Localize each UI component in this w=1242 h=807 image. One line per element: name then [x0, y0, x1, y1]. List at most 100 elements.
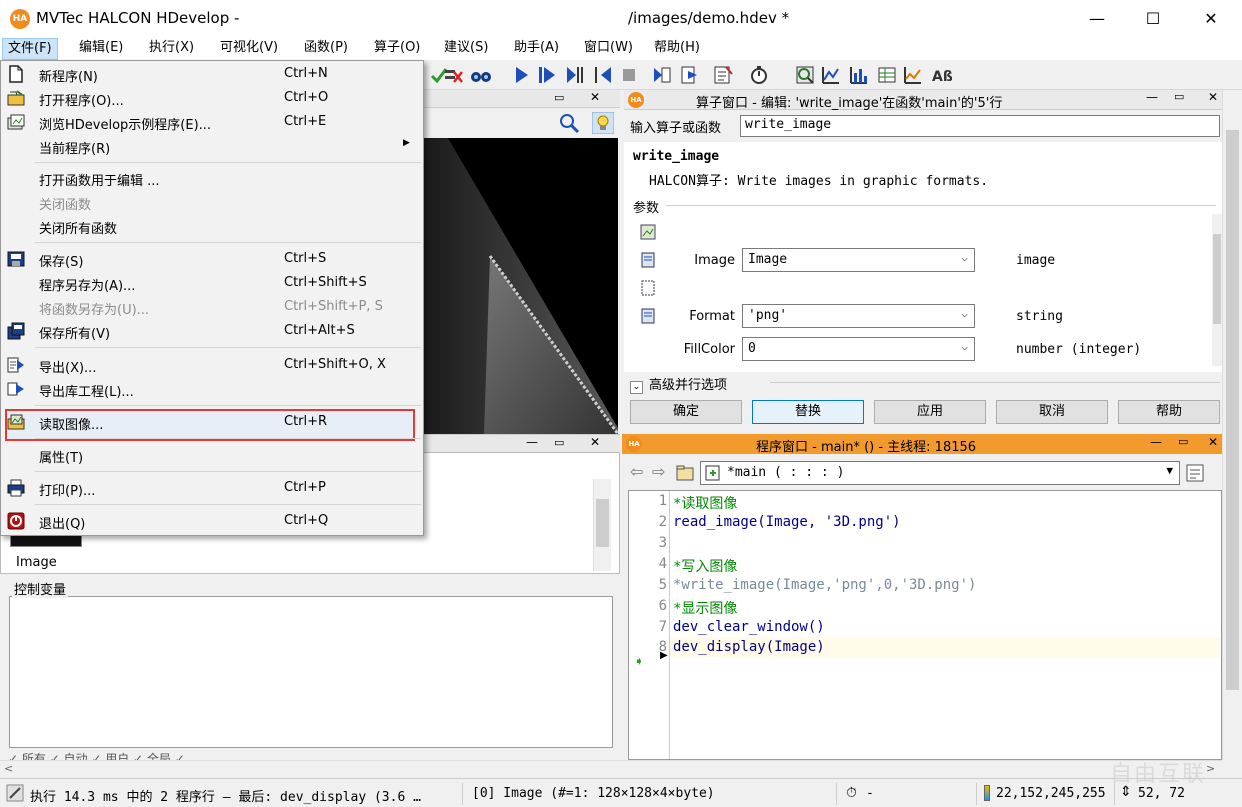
variable-maximize-icon[interactable]: ▭: [554, 436, 564, 449]
menu-item-exit[interactable]: 退出(Q) Ctrl+Q: [1, 509, 423, 533]
menu-item-current-program[interactable]: 当前程序(R) ▶: [1, 134, 423, 158]
scroll-left-icon[interactable]: <: [4, 762, 13, 775]
browse-examples-icon: [7, 114, 25, 130]
forward-arrow-icon[interactable]: ⇨: [652, 462, 665, 481]
reset-program-icon[interactable]: [650, 64, 672, 86]
menu-item-new-program[interactable]: 新程序(N) Ctrl+N: [1, 62, 423, 86]
procedure-folder-icon[interactable]: [676, 464, 694, 482]
program-close-icon[interactable]: ✕: [1208, 435, 1218, 449]
iconic-vars-scrollbar[interactable]: [593, 479, 611, 571]
profiler-icon[interactable]: [712, 64, 734, 86]
line-profile-icon[interactable]: [820, 64, 842, 86]
vertical-scrollbar[interactable]: [1222, 90, 1242, 760]
operator-search-input[interactable]: write_image: [740, 115, 1220, 137]
lightbulb-icon[interactable]: [592, 112, 614, 134]
image-param-icon: [640, 224, 656, 240]
menu-procedures[interactable]: 函数(P): [299, 38, 353, 60]
vertical-scrollbar-thumb[interactable]: [1226, 130, 1239, 690]
program-maximize-icon[interactable]: ▭: [1178, 435, 1188, 448]
help-button[interactable]: 帮助: [1118, 400, 1220, 424]
step-into-icon[interactable]: [592, 64, 614, 86]
operator-window-icon: HA: [628, 92, 644, 108]
scroll-right-icon[interactable]: >: [1206, 762, 1215, 775]
operator-close-icon[interactable]: ✕: [1208, 90, 1218, 104]
menu-file[interactable]: 文件(F): [2, 38, 58, 60]
menu-window[interactable]: 窗口(W): [579, 38, 638, 60]
ok-button[interactable]: 确定: [630, 400, 742, 424]
zoom-icon[interactable]: [558, 112, 580, 134]
ocr-assistant-icon[interactable]: Aß: [930, 64, 952, 86]
ocr-histogram-icon[interactable]: [902, 64, 924, 86]
horizontal-scrollbar[interactable]: < >: [0, 760, 1222, 778]
variable-restore-icon[interactable]: —: [526, 435, 538, 449]
procedure-combo[interactable]: *main ( : : : ) ▼: [700, 461, 1180, 485]
execution-status-icon: [6, 784, 24, 802]
param-format-select[interactable]: 'png' ⌵: [742, 304, 975, 328]
stopwatch-icon[interactable]: [748, 64, 770, 86]
menu-execute[interactable]: 执行(X): [144, 38, 199, 60]
menu-item-save[interactable]: 保存(S) Ctrl+S: [1, 247, 423, 271]
chevron-down-icon: ⌵: [961, 307, 968, 320]
cancel-button[interactable]: 取消: [996, 400, 1108, 424]
menu-item-properties[interactable]: 属性(T): [1, 443, 423, 467]
menu-item-export-library[interactable]: 导出库工程(L)...: [1, 377, 423, 401]
stop-icon[interactable]: [618, 64, 640, 86]
menu-assistants[interactable]: 助手(A): [509, 38, 564, 60]
maximize-button[interactable]: ☐: [1124, 0, 1182, 38]
feature-histogram-icon[interactable]: [848, 64, 870, 86]
code-line[interactable]: *写入图像: [673, 556, 737, 576]
menu-help[interactable]: 帮助(H): [649, 38, 705, 60]
menu-suggestions[interactable]: 建议(S): [439, 38, 493, 60]
binoculars-icon[interactable]: [470, 64, 492, 86]
menu-item-read-image[interactable]: 读取图像... Ctrl+R: [1, 410, 423, 434]
menu-item-open-procedure[interactable]: 打开函数用于编辑 ...: [1, 166, 423, 190]
back-arrow-icon[interactable]: ⇦: [630, 462, 643, 481]
code-line[interactable]: dev_clear_window(): [673, 619, 825, 635]
params-scrollbar[interactable]: [1212, 214, 1222, 366]
program-restore-icon[interactable]: —: [1150, 435, 1162, 449]
code-line[interactable]: dev_display(Image): [673, 639, 825, 655]
menu-item-label: 保存(S): [39, 255, 84, 270]
menu-visualize[interactable]: 可视化(V): [215, 38, 283, 60]
params-scrollbar-thumb[interactable]: [1213, 234, 1221, 324]
run-icon[interactable]: [510, 64, 532, 86]
menu-item-save-program-as[interactable]: 程序另存为(A)... Ctrl+Shift+S: [1, 271, 423, 295]
menu-item-open-program[interactable]: 打开程序(O)... Ctrl+O: [1, 86, 423, 110]
code-line[interactable]: *读取图像: [673, 493, 737, 513]
procedure-settings-icon[interactable]: [1186, 464, 1204, 482]
graphics-maximize-icon[interactable]: ▭: [554, 91, 564, 104]
code-line[interactable]: read_image(Image, '3D.png'): [673, 514, 901, 530]
menu-item-browse-examples[interactable]: 浏览HDevelop示例程序(E)... Ctrl+E: [1, 110, 423, 134]
menu-item-export[interactable]: 导出(X)... Ctrl+Shift+O, X: [1, 353, 423, 377]
apply-button[interactable]: 应用: [874, 400, 986, 424]
code-line[interactable]: *write_image(Image,'png',0,'3D.png'): [673, 577, 976, 593]
operator-input-label: 输入算子或函数: [630, 121, 722, 136]
reset-procedure-icon[interactable]: [678, 64, 700, 86]
menu-item-save-all[interactable]: 保存所有(V) Ctrl+Alt+S: [1, 319, 423, 343]
save-all-icon: [7, 322, 25, 340]
menu-item-print[interactable]: 打印(P)... Ctrl+P: [1, 476, 423, 500]
step-over-icon[interactable]: [564, 64, 586, 86]
feature-inspection-icon[interactable]: [876, 64, 898, 86]
close-window-button[interactable]: ✕: [1182, 0, 1240, 38]
param-fillcolor-select[interactable]: 0 ⌵: [742, 337, 975, 361]
param-image-select[interactable]: Image ⌵: [742, 248, 975, 272]
clear-breakpoint-icon[interactable]: [442, 64, 464, 86]
graphics-canvas[interactable]: [424, 138, 618, 434]
scrollbar-thumb[interactable]: [596, 499, 609, 547]
gray-histogram-icon[interactable]: [794, 64, 816, 86]
advanced-options-toggle[interactable]: ⌄ 高级并行选项: [630, 374, 727, 394]
replace-button[interactable]: 替换: [752, 400, 864, 424]
menu-edit[interactable]: 编辑(E): [74, 38, 128, 60]
menu-operators[interactable]: 算子(O): [369, 38, 425, 60]
operator-maximize-icon[interactable]: ▭: [1174, 90, 1184, 103]
code-line[interactable]: *显示图像: [673, 598, 737, 618]
line-number: 8: [658, 639, 667, 655]
minimize-button[interactable]: —: [1068, 0, 1126, 38]
variable-close-icon[interactable]: ✕: [590, 435, 600, 449]
run-to-insert-icon[interactable]: [536, 64, 558, 86]
menu-item-close-all-procedures[interactable]: 关闭所有函数: [1, 214, 423, 238]
graphics-close-icon[interactable]: ✕: [590, 90, 600, 104]
operator-restore-icon[interactable]: —: [1146, 90, 1158, 104]
export-icon: [7, 357, 24, 373]
